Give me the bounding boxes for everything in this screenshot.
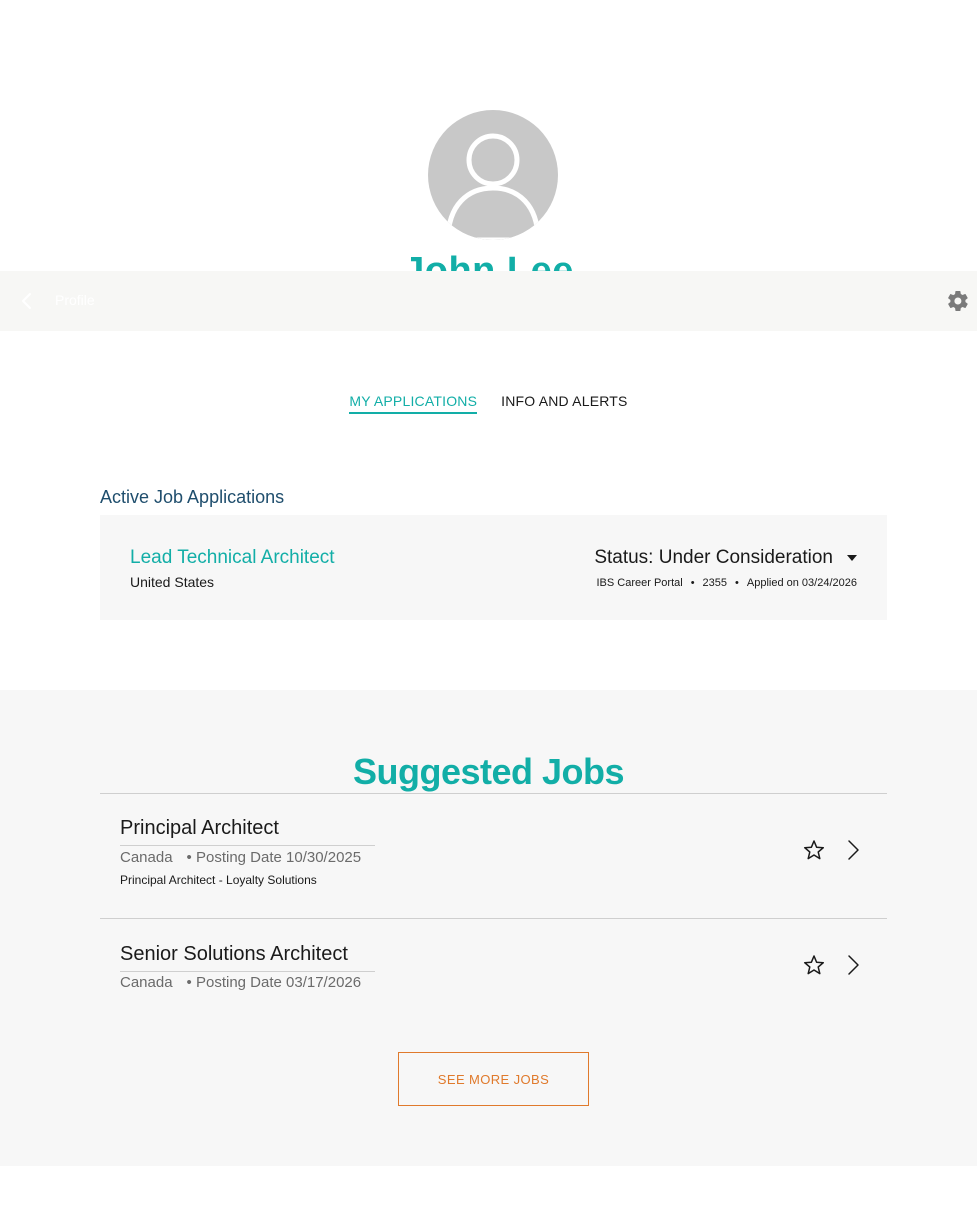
suggested-jobs-heading: Suggested Jobs — [352, 751, 625, 792]
application-card: Lead Technical Architect United States S… — [100, 515, 887, 620]
save-job-button[interactable] — [802, 838, 826, 862]
job-location: Canada — [120, 849, 173, 866]
gear-icon — [948, 291, 968, 312]
chevron-left-icon — [22, 293, 31, 309]
job-meta: Canada • Posting Date 03/17/2026 — [120, 974, 361, 992]
open-job-button[interactable] — [841, 953, 865, 977]
job-title-link[interactable]: Principal Architect — [120, 816, 279, 840]
tab-info-and-alerts[interactable]: INFO AND ALERTS — [501, 392, 627, 414]
job-meta: Canada • Posting Date 10/30/2025 — [120, 849, 361, 867]
settings-button[interactable] — [946, 289, 970, 313]
caret-down-icon — [847, 555, 857, 561]
title-underline — [120, 971, 375, 972]
profile-name: John Lee — [403, 250, 574, 271]
job-location: Canada — [120, 974, 173, 991]
suggested-jobs-section: Suggested Jobs Principal Architect Canad… — [0, 690, 977, 1166]
application-meta: IBS Career Portal • 2355 • Applied on 03… — [596, 576, 857, 590]
profile-header: John Lee — [0, 0, 977, 271]
job-title-link[interactable]: Senior Solutions Architect — [120, 942, 348, 966]
divider — [100, 918, 887, 919]
see-more-jobs-button[interactable]: SEE MORE JOBS — [398, 1052, 589, 1106]
job-posting-date: • Posting Date 03/17/2026 — [186, 974, 362, 991]
title-underline — [120, 845, 375, 846]
tab-my-applications[interactable]: MY APPLICATIONS — [349, 392, 478, 414]
application-title-link[interactable]: Lead Technical Architect — [130, 547, 335, 569]
user-silhouette-icon — [445, 133, 541, 240]
application-job-id: 2355 — [702, 577, 728, 589]
bar-title: Profile — [55, 292, 95, 308]
meta-separator: • — [735, 577, 739, 589]
star-icon — [803, 955, 825, 975]
suggested-job-item: Principal Architect Canada • Posting Dat… — [100, 816, 887, 918]
job-posting-date: • Posting Date 10/30/2025 — [186, 849, 362, 866]
meta-separator: • — [690, 577, 695, 589]
back-button[interactable] — [16, 289, 38, 313]
profile-tabs: MY APPLICATIONS INFO AND ALERTS — [0, 392, 977, 414]
top-bar: Profile — [0, 271, 977, 331]
suggested-job-item: Senior Solutions Architect Canada • Post… — [100, 942, 887, 1002]
star-icon — [803, 840, 825, 860]
application-applied-date: Applied on 03/24/2026 — [746, 577, 857, 589]
chevron-right-icon — [848, 955, 859, 975]
status-label: Status: Under Consideration — [594, 547, 833, 568]
status-dropdown[interactable]: Status: Under Consideration — [594, 547, 857, 569]
save-job-button[interactable] — [802, 953, 826, 977]
active-applications-heading: Active Job Applications — [100, 487, 285, 507]
application-source: IBS Career Portal — [596, 577, 683, 589]
divider — [100, 793, 887, 794]
chevron-right-icon — [848, 840, 859, 860]
job-description: Principal Architect - Loyalty Solutions — [120, 873, 317, 887]
open-job-button[interactable] — [841, 838, 865, 862]
avatar — [428, 110, 558, 240]
application-location: United States — [130, 574, 215, 590]
